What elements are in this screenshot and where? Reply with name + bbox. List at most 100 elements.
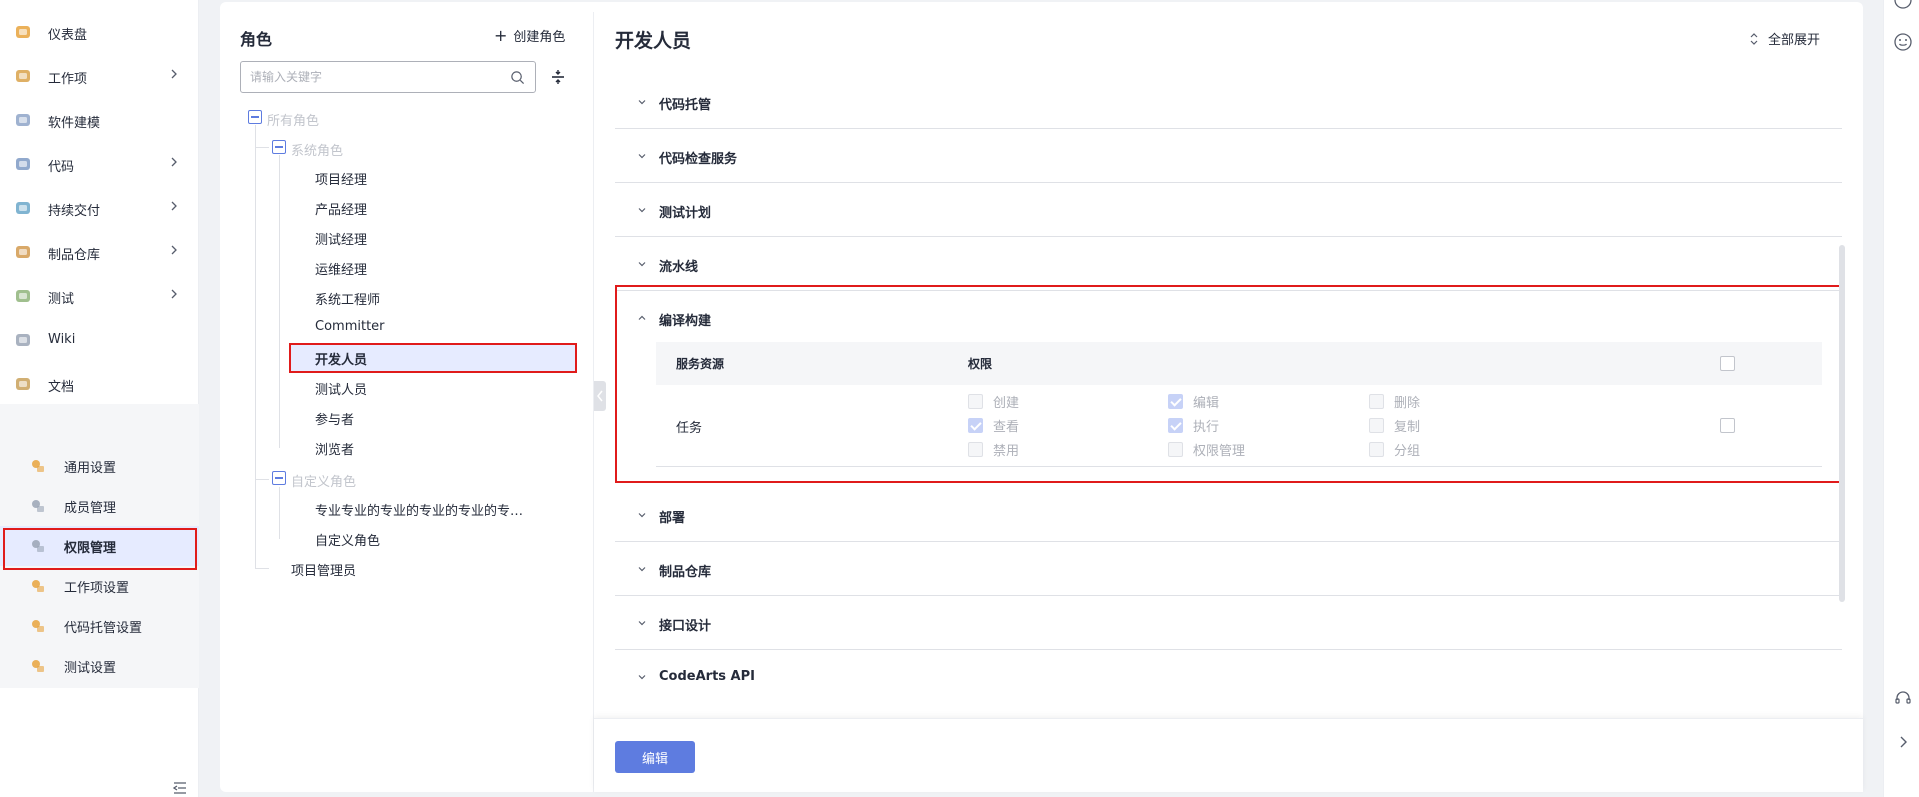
tree-node-role[interactable]: 运维经理 <box>315 259 367 278</box>
section-label: 代码托管 <box>659 98 712 113</box>
chevron-right-icon <box>171 201 177 211</box>
settings-item-3[interactable]: 工作项设置 <box>0 566 199 606</box>
section-1[interactable]: 代码检查服务 <box>615 129 1842 183</box>
scrollbar[interactable] <box>1839 245 1845 602</box>
section-3[interactable]: 流水线 <box>615 237 1842 291</box>
tree-node-role[interactable]: 测试经理 <box>315 229 367 248</box>
section-4[interactable]: 编译构建 <box>615 291 1842 345</box>
expand-all-button[interactable]: 全部展开 <box>1748 29 1820 48</box>
tree-node-role[interactable]: 项目经理 <box>315 169 367 188</box>
expand-icon <box>1750 32 1758 45</box>
chevron-left-icon <box>597 390 603 402</box>
role-permission-title: 开发人员 <box>615 30 692 52</box>
smiley-icon[interactable] <box>1893 32 1913 52</box>
permission-checkbox[interactable] <box>1168 418 1183 433</box>
edit-button[interactable]: 编辑 <box>615 741 695 773</box>
sidebar-item-4[interactable]: 持续交付 <box>0 186 199 230</box>
sidebar-item-3[interactable]: 代码 <box>0 142 199 186</box>
chevron-down-icon <box>638 567 646 572</box>
sidebar-item-2[interactable]: 软件建模 <box>0 98 199 142</box>
sidebar-item-1[interactable]: 工作项 <box>0 54 199 98</box>
permission-checkbox[interactable] <box>968 394 983 409</box>
delivery-icon <box>16 202 30 214</box>
tree-node-all-roles[interactable]: 所有角色 <box>267 110 319 129</box>
tree-node-system-roles[interactable]: 系统角色 <box>291 140 343 159</box>
settings-item-1[interactable]: 成员管理 <box>0 486 199 526</box>
section-label: 代码检查服务 <box>659 152 738 167</box>
settings-item-5[interactable]: 测试设置 <box>0 646 199 686</box>
code-icon <box>16 158 30 170</box>
collapse-all-icon[interactable] <box>548 67 568 87</box>
permission-option: 查看 <box>968 416 1019 435</box>
permission-label: 复制 <box>1394 420 1421 435</box>
tree-node-role[interactable]: 参与者 <box>315 409 354 428</box>
create-role-label: 创建角色 <box>513 30 566 45</box>
tree-node-custom-roles[interactable]: 自定义角色 <box>291 471 356 490</box>
all-roles-toggle[interactable] <box>248 110 262 124</box>
column-permission: 权限 <box>968 357 993 371</box>
tree-node-role[interactable]: 测试人员 <box>315 379 367 398</box>
permission-checkbox[interactable] <box>968 418 983 433</box>
section-6[interactable]: 制品仓库 <box>615 542 1842 596</box>
sidebar-item-label: 软件建模 <box>48 116 101 131</box>
permission-checkbox[interactable] <box>1168 442 1183 457</box>
permission-option: 复制 <box>1369 416 1420 435</box>
tree-node-custom-role[interactable]: 专业专业的专业的专业的专业的专… <box>315 500 523 519</box>
chevron-down-icon <box>638 100 646 105</box>
permission-icon <box>32 540 44 552</box>
sidebar-item-0[interactable]: 仪表盘 <box>0 10 199 54</box>
section-2[interactable]: 测试计划 <box>615 183 1842 237</box>
tree-node-role[interactable]: 系统工程师 <box>315 289 380 308</box>
system-roles-toggle[interactable] <box>272 140 286 154</box>
settings-item-0[interactable]: 通用设置 <box>0 446 199 486</box>
section-8[interactable]: CodeArts API <box>615 650 1842 704</box>
chevron-right-icon[interactable] <box>1893 732 1913 752</box>
permission-checkbox[interactable] <box>968 442 983 457</box>
permission-checkbox[interactable] <box>1369 418 1384 433</box>
test-settings-icon <box>32 660 44 672</box>
settings-item-label: 权限管理 <box>64 541 117 556</box>
section-label: 接口设计 <box>659 619 712 634</box>
tree-node-role[interactable]: 产品经理 <box>315 199 367 218</box>
permission-checkbox[interactable] <box>1369 394 1384 409</box>
sidebar-item-label: 代码 <box>48 160 75 175</box>
sidebar-item-8[interactable]: 文档 <box>0 362 199 406</box>
collapse-sidebar-icon[interactable] <box>172 780 188 796</box>
search-icon[interactable] <box>510 70 525 85</box>
role-search <box>240 61 536 93</box>
permission-label: 创建 <box>993 396 1020 411</box>
sidebar-item-5[interactable]: 制品仓库 <box>0 230 199 274</box>
chevron-right-icon <box>171 245 177 255</box>
section-0[interactable]: 代码托管 <box>615 75 1842 129</box>
permission-label: 分组 <box>1394 444 1421 459</box>
tree-node-custom-role[interactable]: 自定义角色 <box>315 530 380 549</box>
settings-item-label: 工作项设置 <box>64 581 130 596</box>
plus-icon: + <box>494 25 508 45</box>
tree-node-role[interactable]: 浏览者 <box>315 439 354 458</box>
select-all-checkbox[interactable] <box>1720 356 1735 371</box>
row-select-checkbox[interactable] <box>1720 418 1735 433</box>
sidebar-item-label: 测试 <box>48 292 75 307</box>
create-role-button[interactable]: + 创建角色 <box>494 26 565 45</box>
custom-roles-toggle[interactable] <box>272 471 286 485</box>
settings-item-2[interactable]: 权限管理 <box>0 526 199 566</box>
dashboard-icon <box>16 26 30 38</box>
permission-option: 删除 <box>1369 392 1420 411</box>
wiki-icon <box>16 334 30 346</box>
sidebar-item-6[interactable]: 测试 <box>0 274 199 318</box>
settings-item-4[interactable]: 代码托管设置 <box>0 606 199 646</box>
workitem-icon <box>16 70 30 82</box>
sidebar-item-7[interactable]: Wiki <box>0 318 199 362</box>
role-search-input[interactable] <box>250 68 500 86</box>
panel-toggle[interactable] <box>594 381 606 411</box>
section-5[interactable]: 部署 <box>615 488 1842 542</box>
chevron-down-icon <box>638 621 646 626</box>
permission-checkbox[interactable] <box>1168 394 1183 409</box>
permission-checkbox[interactable] <box>1369 442 1384 457</box>
headset-icon[interactable] <box>1893 688 1913 708</box>
help-circle-icon[interactable] <box>1893 0 1913 10</box>
tree-node-project-admin[interactable]: 项目管理员 <box>291 560 356 579</box>
tree-node-role[interactable]: 开发人员 <box>315 349 367 368</box>
tree-node-role[interactable]: Committer <box>315 319 385 334</box>
section-7[interactable]: 接口设计 <box>615 596 1842 650</box>
